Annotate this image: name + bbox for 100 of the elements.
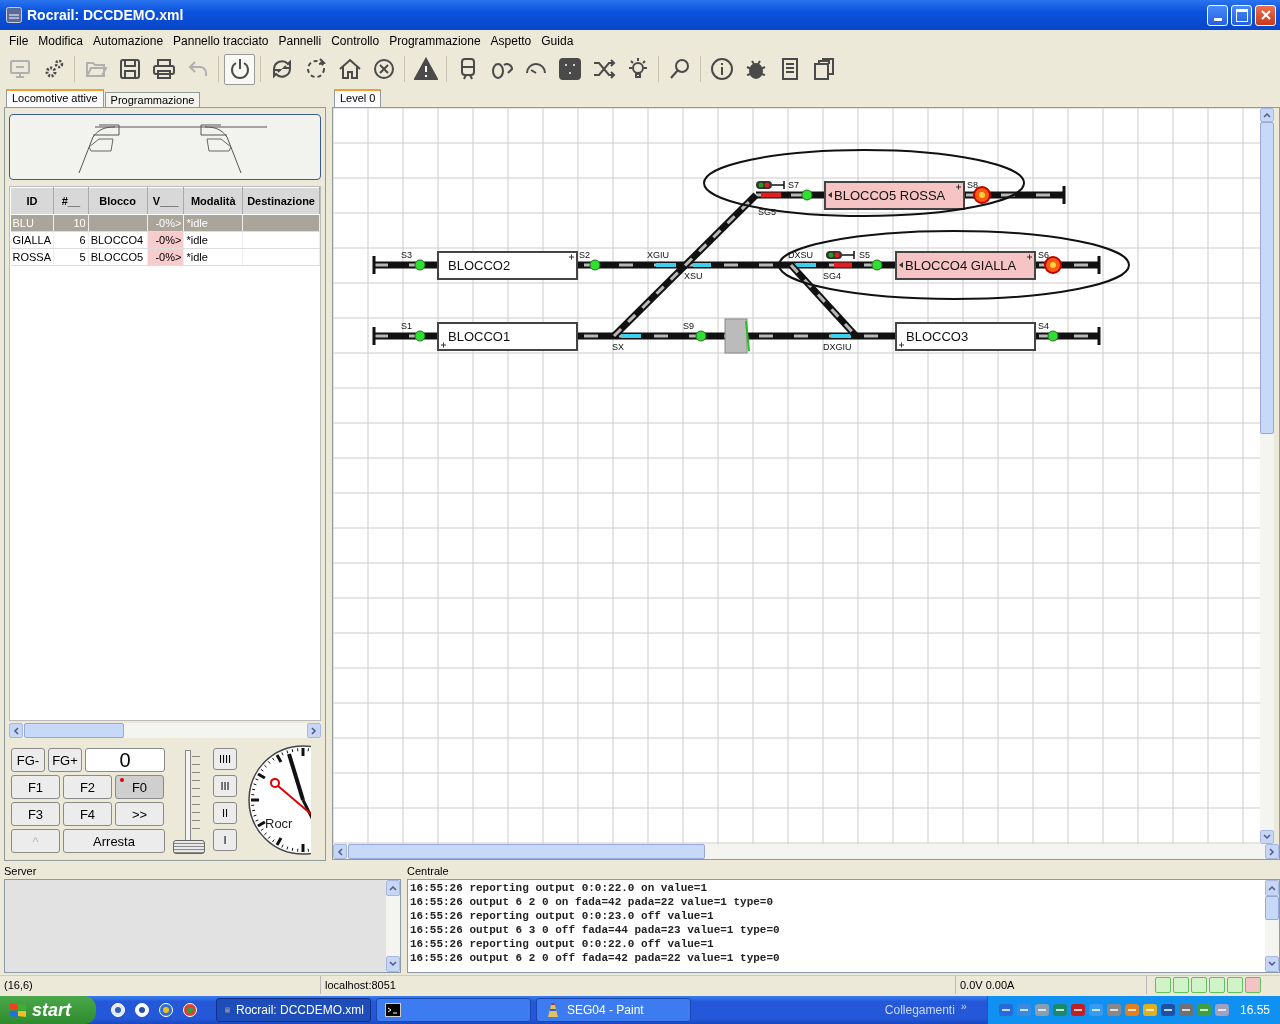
block[interactable]: BLOCCO3 (895, 322, 1036, 351)
tray-icon[interactable] (1051, 1002, 1068, 1018)
block[interactable]: BLOCCO2 (437, 251, 578, 280)
menu-item[interactable]: Automazione (88, 34, 169, 48)
track[interactable] (611, 192, 759, 339)
tray-icon[interactable] (1069, 1002, 1086, 1018)
sensor-icon[interactable] (589, 259, 601, 271)
sensor-icon[interactable] (871, 259, 883, 271)
signal-light-icon[interactable] (973, 186, 991, 204)
function-button[interactable]: >> (115, 802, 164, 826)
tab[interactable]: Programmazione (104, 92, 201, 107)
tray-icon[interactable] (997, 1002, 1014, 1018)
signal-icon[interactable] (756, 180, 785, 190)
sensor-icon[interactable] (1047, 330, 1059, 342)
column-header[interactable]: Destinazione (242, 187, 320, 215)
scroll-left-button[interactable] (333, 844, 347, 859)
scroll-down-button[interactable] (1260, 830, 1274, 844)
close-button[interactable] (1255, 4, 1276, 26)
scroll-thumb[interactable] (348, 844, 705, 859)
tray-icon[interactable] (1015, 1002, 1032, 1018)
scroll-up-button[interactable] (1260, 108, 1274, 122)
tab[interactable]: Level 0 (334, 89, 382, 107)
sensor-icon[interactable] (414, 330, 426, 342)
app-icon[interactable] (182, 1002, 198, 1018)
column-header[interactable]: ID (10, 187, 54, 215)
function-button[interactable]: F2 (63, 775, 112, 799)
taskbar-button[interactable] (376, 998, 531, 1022)
menu-item[interactable]: Modifica (33, 34, 89, 48)
start-button[interactable]: start (0, 996, 96, 1024)
tab[interactable]: Locomotive attive (6, 89, 104, 107)
sensor-icon[interactable] (695, 330, 707, 342)
speed-step-button[interactable]: II (213, 802, 237, 824)
tray-icon[interactable] (1033, 1002, 1050, 1018)
speed-slider[interactable] (173, 750, 205, 854)
column-header[interactable]: #__ (53, 187, 89, 215)
chevron-button[interactable]: » (960, 1000, 967, 1012)
tray-icon[interactable] (1141, 1002, 1158, 1018)
status-text: (16,6) (0, 976, 321, 994)
function-button[interactable]: F1 (11, 775, 60, 799)
maximize-button[interactable] (1231, 4, 1252, 26)
table-row[interactable]: ROSSA 5 BLOCCO5 -0%> *idle (10, 248, 320, 266)
toolbar-button[interactable] (224, 53, 255, 85)
scroll-right-button[interactable] (307, 723, 321, 738)
signal-light-icon[interactable] (1044, 256, 1062, 274)
minimize-button[interactable] (1207, 4, 1228, 26)
scroll-right-button[interactable] (1265, 844, 1279, 859)
scroll-down-button[interactable] (1265, 956, 1279, 972)
tray-icon[interactable] (1177, 1002, 1194, 1018)
app-icon[interactable] (158, 1002, 174, 1018)
tray-icon[interactable] (1159, 1002, 1176, 1018)
sensor-icon[interactable] (801, 189, 813, 201)
level-crossing-icon[interactable] (724, 318, 750, 354)
scroll-up-button[interactable] (386, 880, 400, 896)
block[interactable]: BLOCCO4 GIALLA (895, 251, 1036, 280)
tray-icon[interactable] (1087, 1002, 1104, 1018)
app-icon[interactable] (110, 1002, 126, 1018)
taskbar-button[interactable]: SEG04 - Paint (536, 998, 691, 1022)
log-line: 16:55:26 output 6 2 0 on fada=42 pada=22 value=1 type=0 (410, 895, 775, 909)
scroll-left-button[interactable] (9, 723, 23, 738)
menu-item[interactable]: Pannello tracciato (168, 34, 274, 48)
column-header[interactable]: Blocco (88, 187, 148, 215)
menu-item[interactable]: Guida (536, 34, 579, 48)
block[interactable]: BLOCCO1 (437, 322, 578, 351)
scroll-thumb[interactable] (1265, 896, 1279, 920)
column-header[interactable]: V___ (147, 187, 184, 215)
menu-item[interactable]: File (4, 34, 34, 48)
speed-step-button[interactable]: III (213, 775, 237, 797)
function-group-button[interactable]: FG- (11, 748, 45, 772)
function-button[interactable]: F0 (115, 775, 164, 799)
tray-icon[interactable] (1105, 1002, 1122, 1018)
tray-icon[interactable] (1195, 1002, 1212, 1018)
function-button[interactable]: F4 (63, 802, 112, 826)
function-group-button[interactable]: FG+ (48, 748, 82, 772)
tray-icon[interactable] (1213, 1002, 1230, 1018)
slider-thumb[interactable] (173, 840, 205, 854)
table-row[interactable]: GIALLA 6 BLOCCO4 -0%> *idle (10, 231, 320, 249)
menu-item[interactable]: Controllo (326, 34, 385, 48)
track[interactable] (788, 262, 859, 339)
taskbar-button[interactable]: Rocrail: DCCDEMO.xml (216, 998, 371, 1022)
scroll-down-button[interactable] (386, 956, 400, 972)
speed-step-button[interactable]: IIII (213, 748, 237, 770)
toolbar-label[interactable]: Collegamenti (884, 1003, 955, 1017)
scroll-thumb[interactable] (1260, 122, 1274, 434)
table-cell: *idle (186, 251, 208, 263)
scroll-up-button[interactable] (1265, 880, 1279, 896)
stop-button[interactable]: Arresta (63, 829, 165, 853)
menu-item[interactable]: Aspetto (485, 34, 537, 48)
menu-item[interactable]: Programmazione (384, 34, 486, 48)
speed-step-button[interactable]: I (213, 829, 237, 851)
signal-icon[interactable] (826, 250, 855, 260)
menu-item[interactable]: Pannelli (273, 34, 327, 48)
app-icon[interactable] (134, 1002, 150, 1018)
sensor-icon[interactable] (414, 259, 426, 271)
block[interactable]: BLOCCO5 ROSSA (824, 181, 965, 210)
home-icon (337, 57, 362, 81)
column-header[interactable]: Modalità (183, 187, 243, 215)
tray-icon[interactable] (1123, 1002, 1140, 1018)
scroll-thumb[interactable] (24, 723, 124, 738)
track-label: S6 (1038, 250, 1049, 260)
function-button[interactable]: F3 (11, 802, 60, 826)
